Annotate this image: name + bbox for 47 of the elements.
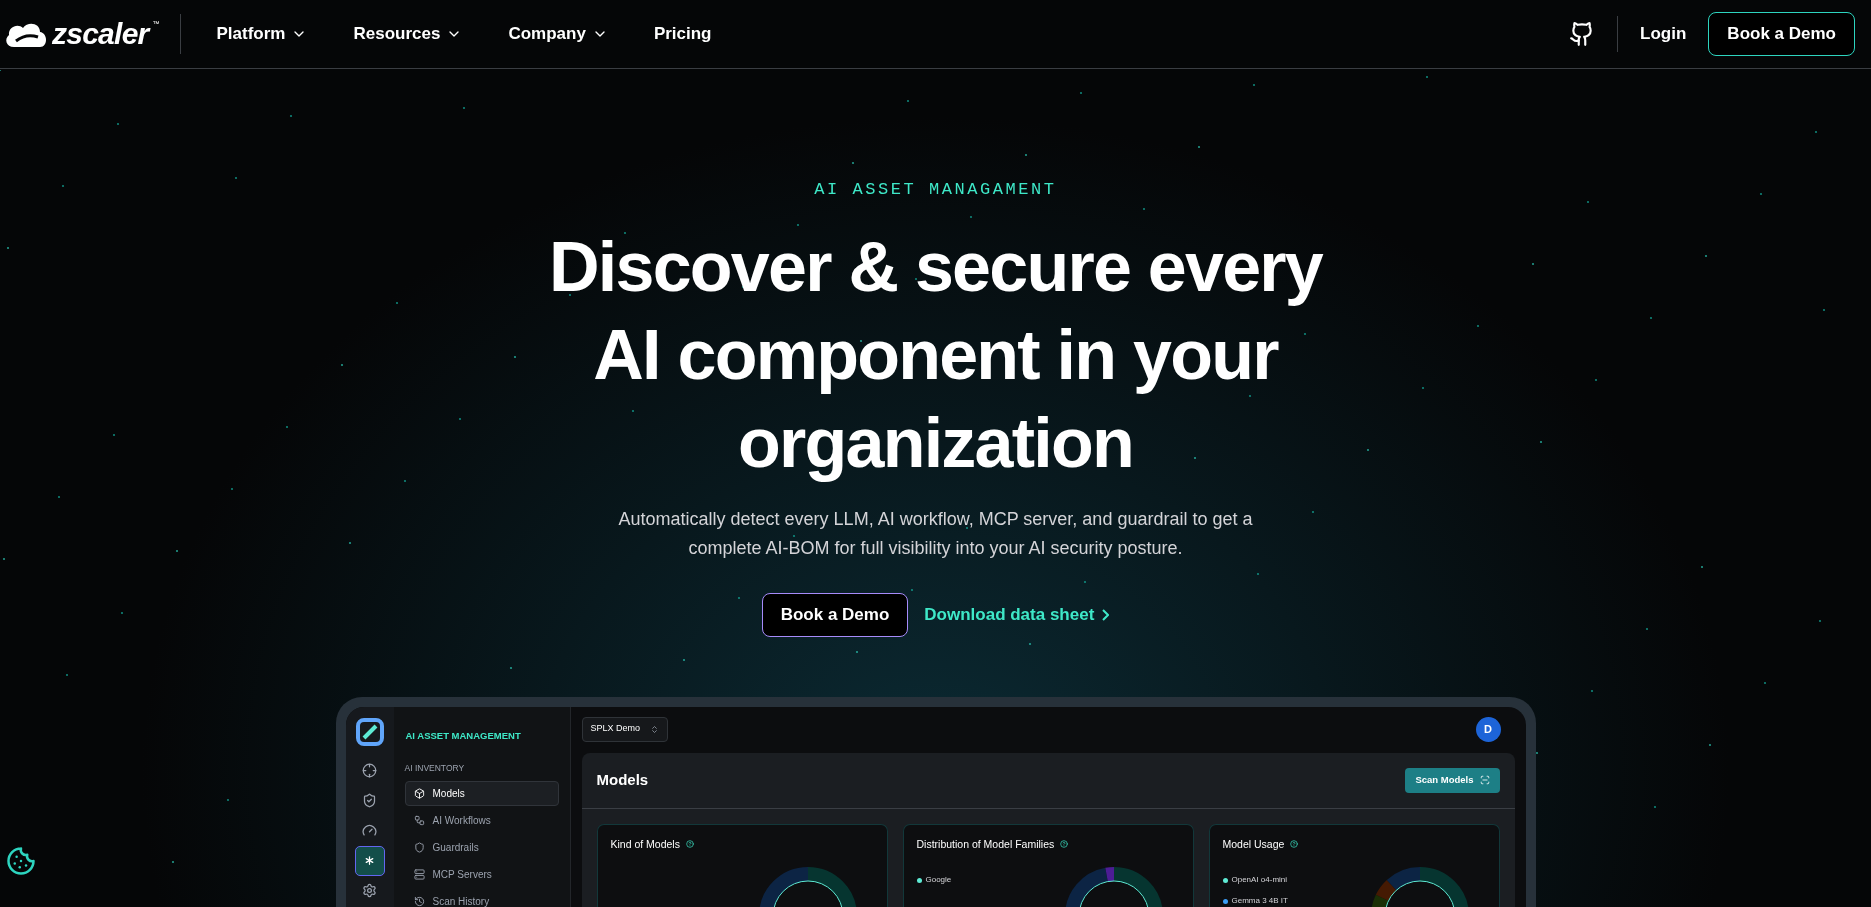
chart-title: Kind of Models — [610, 836, 680, 852]
nav-menu-link[interactable]: Company — [508, 21, 608, 47]
cube-icon — [413, 787, 425, 799]
sidebar-nav-item[interactable]: MCP Servers — [404, 861, 559, 887]
chart-title: Model Usage — [1222, 836, 1285, 852]
sidebar-nav-item[interactable]: Guardrails — [404, 834, 559, 860]
hero-subtitle: Automatically detect every LLM, AI workflow, MCP server, and guardrail to get a complete AI-BOM for full visibility into your AI security posture. — [617, 507, 1254, 560]
chevron-right-icon — [1102, 608, 1110, 621]
login-link[interactable]: Login — [1640, 21, 1687, 47]
shield-icon — [413, 841, 425, 853]
book-demo-button[interactable]: Book a Demo — [1708, 12, 1855, 56]
sidebar-nav-item[interactable]: Scan History — [404, 888, 559, 907]
gauge-icon — [362, 823, 377, 838]
hero-eyebrow: AI ASSET MANAGAMENT — [814, 179, 1057, 201]
legend-label: Google — [925, 874, 952, 887]
logo-wordmark: zscaler — [52, 19, 149, 49]
up-down-chevron-icon — [650, 724, 660, 734]
user-avatar[interactable]: D — [1475, 716, 1501, 742]
cookie-icon[interactable] — [6, 846, 36, 876]
shield-check-icon — [362, 793, 377, 808]
rail-nav-icon[interactable] — [354, 845, 385, 876]
workflow-icon — [413, 814, 425, 826]
help-icon — [1060, 840, 1069, 849]
app-logo-icon — [355, 717, 384, 746]
sidebar-nav-item[interactable]: Models — [404, 780, 559, 806]
legend-label: Gemma 3 4B IT — [1231, 895, 1288, 907]
page-title: Models — [596, 769, 649, 790]
chart-title: Distribution of Model Families — [916, 836, 1055, 852]
server-icon — [413, 868, 425, 880]
scan-icon — [1479, 775, 1490, 785]
sidebar-nav-item[interactable]: AI Workflows — [404, 807, 559, 833]
sidebar-group-label: AI INVENTORY — [404, 761, 466, 775]
sidebar-section-title: AI ASSET MANAGEMENT — [405, 728, 522, 743]
nav-menu-link[interactable]: Resources — [353, 21, 463, 47]
help-icon — [685, 840, 694, 849]
nav-menu-link[interactable]: Pricing — [653, 21, 712, 47]
settings-icon — [362, 883, 377, 898]
book-demo-button[interactable]: Book a Demo — [761, 592, 909, 637]
hero-heading: Discover & secure every AI component in your organization — [547, 226, 1324, 484]
history-icon — [413, 895, 425, 907]
legend-label: OpenAI o4-mini — [1231, 874, 1288, 887]
download-data-sheet-link[interactable]: Download data sheet — [924, 601, 1110, 628]
scan-models-button[interactable]: Scan Models — [1405, 767, 1500, 793]
nav-menu-link[interactable]: Platform — [216, 21, 308, 47]
crosshair-icon — [362, 763, 377, 778]
help-icon — [1290, 840, 1299, 849]
workspace-select[interactable]: SPLX Demo — [581, 716, 669, 742]
